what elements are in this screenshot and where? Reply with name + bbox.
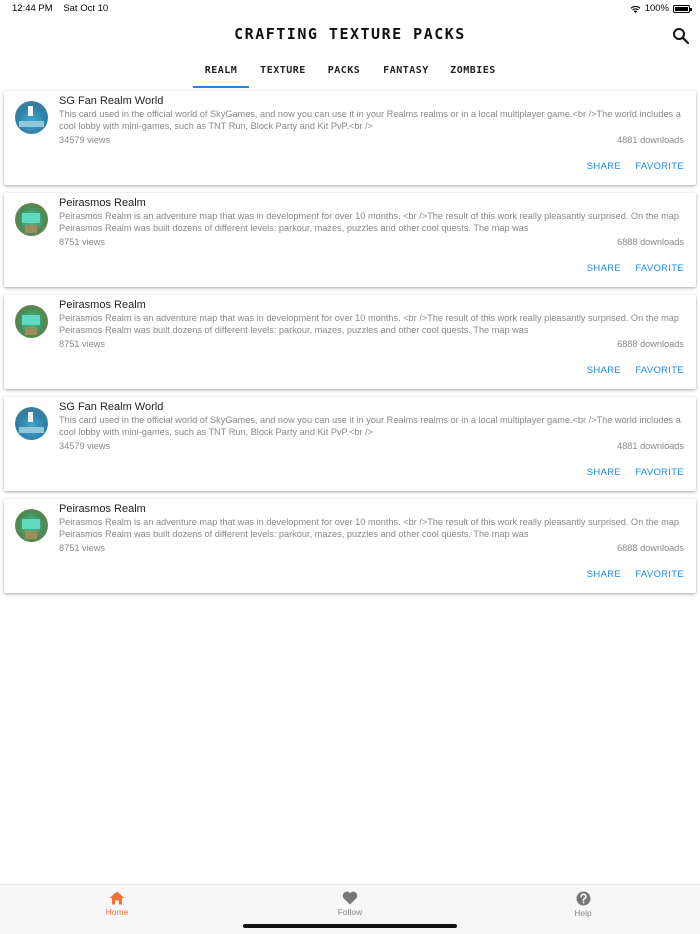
card-views: 8751 views [59,237,105,247]
status-left: 12:44 PM Sat Oct 10 [12,3,116,14]
list-item[interactable]: Peirasmos Realm Peirasmos Realm is an ad… [4,193,696,287]
status-date: Sat Oct 10 [63,3,109,14]
list-item[interactable]: Peirasmos Realm Peirasmos Realm is an ad… [4,295,696,389]
avatar [15,407,48,440]
card-description: Peirasmos Realm is an adventure map that… [59,517,679,539]
card-views: 34579 views [59,441,111,451]
tab-texture[interactable]: TEXTURE [255,60,311,88]
status-time: 12:44 PM [12,3,53,14]
nav-follow-label: Follow [337,907,363,917]
card-title: SG Fan Realm World [59,95,164,107]
heart-icon [342,891,358,905]
card-views: 34579 views [59,135,111,145]
favorite-button[interactable]: FAVORITE [635,569,684,580]
card-list: SG Fan Realm World This card used in the… [4,91,696,601]
card-views: 8751 views [59,543,105,553]
card-title: Peirasmos Realm [59,197,146,209]
share-button[interactable]: SHARE [587,161,621,172]
card-downloads: 4881 downloads [617,441,684,451]
share-button[interactable]: SHARE [587,467,621,478]
card-downloads: 6888 downloads [617,237,684,247]
card-downloads: 4881 downloads [617,135,684,145]
avatar [15,509,48,542]
list-item[interactable]: Peirasmos Realm Peirasmos Realm is an ad… [4,499,696,593]
tab-realm[interactable]: REALM [193,60,249,88]
avatar [15,203,48,236]
avatar [15,101,48,134]
share-button[interactable]: SHARE [587,569,621,580]
card-downloads: 6888 downloads [617,339,684,349]
card-description: Peirasmos Realm is an adventure map that… [59,313,679,335]
favorite-button[interactable]: FAVORITE [635,161,684,172]
nav-help[interactable]: Help [533,891,633,918]
help-icon [576,891,590,906]
card-downloads: 6888 downloads [617,543,684,553]
favorite-button[interactable]: FAVORITE [635,365,684,376]
avatar [15,305,48,338]
favorite-button[interactable]: FAVORITE [635,263,684,274]
status-bar: 12:44 PM Sat Oct 10 100% [0,0,700,18]
tab-packs[interactable]: PACKS [320,60,368,88]
card-title: Peirasmos Realm [59,503,146,515]
tab-zombies[interactable]: ZOMBIES [444,60,502,88]
tab-bar: REALM TEXTURE PACKS FANTASY ZOMBIES [0,60,700,88]
home-indicator [243,924,457,928]
page-title: CRAFTING TEXTURE PACKS [234,25,466,43]
card-description: This card used in the official world of … [59,415,681,437]
card-title: Peirasmos Realm [59,299,146,311]
nav-help-label: Help [574,908,592,918]
card-description: This card used in the official world of … [59,109,681,131]
card-title: SG Fan Realm World [59,401,164,413]
status-right: 100% [630,3,692,14]
list-item[interactable]: SG Fan Realm World This card used in the… [4,397,696,491]
nav-home-label: Home [105,907,129,917]
battery-icon [673,4,692,13]
search-button[interactable] [672,27,690,45]
favorite-button[interactable]: FAVORITE [635,467,684,478]
home-icon [109,891,125,905]
battery-percent: 100% [644,3,669,14]
card-description: Peirasmos Realm is an adventure map that… [59,211,679,233]
wifi-icon [630,5,641,13]
share-button[interactable]: SHARE [587,365,621,376]
card-views: 8751 views [59,339,105,349]
list-item[interactable]: SG Fan Realm World This card used in the… [4,91,696,185]
share-button[interactable]: SHARE [587,263,621,274]
tab-fantasy[interactable]: FANTASY [376,60,436,88]
search-icon [673,28,690,45]
nav-follow[interactable]: Follow [300,891,400,917]
nav-home[interactable]: Home [67,891,167,917]
